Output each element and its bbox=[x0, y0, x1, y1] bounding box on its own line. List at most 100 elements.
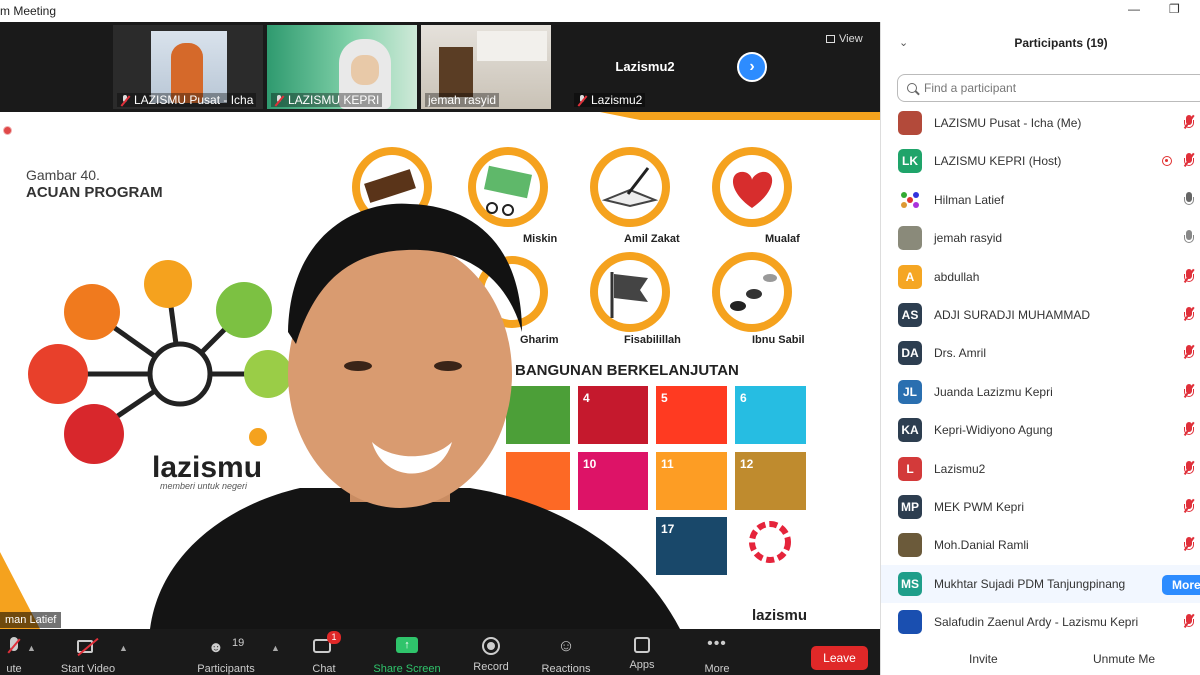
mic-muted-icon[interactable] bbox=[1183, 422, 1195, 438]
sdg-number: 6 bbox=[740, 391, 747, 405]
panel-title: Participants (19) bbox=[1014, 36, 1108, 50]
avatar: L bbox=[898, 456, 922, 481]
sdg-number: 10 bbox=[583, 457, 597, 471]
video-thumb-1[interactable]: LAZISMU Pusat - Icha bbox=[113, 25, 263, 109]
participant-name: LAZISMU Pusat - Icha (Me) bbox=[934, 116, 1082, 130]
avatar: A bbox=[898, 264, 922, 289]
next-page-button[interactable]: › bbox=[737, 52, 767, 82]
microphone-muted-icon bbox=[7, 637, 21, 657]
participant-row[interactable]: LAZISMU Pusat - Icha (Me) bbox=[881, 104, 1200, 142]
mic-muted-icon[interactable] bbox=[1183, 115, 1195, 131]
participant-row[interactable]: L Lazismu2 bbox=[881, 450, 1200, 488]
view-button[interactable]: View bbox=[826, 33, 863, 45]
avatar: JL bbox=[898, 379, 922, 404]
search-icon bbox=[907, 83, 917, 93]
participant-name: Salafudin Zaenul Ardy - Lazismu Kepri bbox=[934, 615, 1139, 630]
leave-button[interactable]: Leave bbox=[811, 646, 868, 670]
thumb-name: jemah rasyid bbox=[428, 93, 497, 107]
participant-row[interactable]: Aabdullah bbox=[881, 258, 1200, 296]
unmute-me-button[interactable]: Unmute Me bbox=[1093, 652, 1155, 666]
participant-row[interactable]: MP MEK PWM Kepri bbox=[881, 488, 1200, 526]
participants-icon: ☻ bbox=[208, 639, 224, 656]
mic-muted-icon[interactable] bbox=[1183, 460, 1195, 477]
grid-view-icon bbox=[826, 35, 835, 43]
window-controls: — ❐ bbox=[880, 0, 1200, 22]
participants-panel: ⌄ Participants (19) Find a participant L… bbox=[880, 22, 1200, 675]
sdg-heading: BANGUNAN BERKELANJUTAN bbox=[515, 362, 739, 379]
participants-button[interactable]: ☻ 19 Participants bbox=[192, 637, 260, 675]
brand-small-logo: lazismu bbox=[752, 607, 807, 624]
sdg-number: 5 bbox=[661, 391, 668, 405]
mic-muted-icon[interactable] bbox=[1183, 537, 1195, 553]
restore-icon[interactable]: ❐ bbox=[1169, 2, 1180, 16]
slide: Gambar 40. ACUAN PROGRAM Miskin Amil Zak… bbox=[0, 112, 880, 629]
reactions-icon: ☺ bbox=[557, 636, 575, 655]
slide-caption-top: Gambar 40. bbox=[26, 167, 100, 183]
participant-row[interactable]: Moh.Danial Ramli bbox=[881, 526, 1200, 564]
participant-more-button[interactable]: More bbox=[1162, 574, 1200, 595]
avatar bbox=[898, 226, 922, 251]
reactions-button[interactable]: ☺ Reactions bbox=[538, 637, 594, 675]
avatar bbox=[898, 533, 922, 558]
mic-muted-icon[interactable] bbox=[1183, 614, 1195, 630]
mic-muted-icon[interactable] bbox=[1183, 499, 1195, 515]
participant-row[interactable]: LK LAZISMU KEPRI (Host) bbox=[881, 142, 1200, 180]
thumb-name: LAZISMU KEPRI bbox=[288, 93, 380, 107]
participant-name: Moh.Danial Ramli bbox=[934, 538, 1029, 553]
avatar: MS bbox=[898, 571, 922, 596]
participant-name: jemah rasyid bbox=[934, 231, 1003, 246]
start-video-button[interactable]: Start Video bbox=[56, 637, 120, 675]
mic-muted-icon[interactable] bbox=[1183, 383, 1195, 400]
record-button[interactable]: Record bbox=[470, 637, 512, 673]
video-options-caret[interactable]: ▲ bbox=[119, 643, 128, 653]
speaker-name-tag: man Latief bbox=[0, 612, 62, 628]
mic-muted-icon[interactable] bbox=[1183, 153, 1195, 169]
participant-name: MEK PWM Kepri bbox=[934, 500, 1025, 514]
sdg-number: 4 bbox=[583, 391, 590, 405]
mic-muted-icon[interactable] bbox=[1183, 268, 1195, 285]
share-screen-icon: ↑ bbox=[396, 637, 418, 653]
video-thumb-3[interactable]: jemah rasyid bbox=[421, 25, 551, 109]
thumb-name: Lazismu2 bbox=[591, 93, 643, 107]
asnaf-pin-5 bbox=[590, 252, 670, 332]
asnaf-label-fisabilillah: Fisabilillah bbox=[624, 334, 681, 346]
participant-row[interactable]: Hilman Latief bbox=[881, 181, 1200, 219]
slide-caption-bottom: ACUAN PROGRAM bbox=[26, 184, 163, 201]
sdg-number: 17 bbox=[661, 522, 675, 536]
participant-row[interactable]: MS Mukhtar Sujadi PDM Tanjungpinang More bbox=[881, 564, 1200, 603]
asnaf-label-mualaf: Mualaf bbox=[765, 233, 800, 245]
minimize-icon[interactable]: — bbox=[1128, 2, 1140, 16]
asnaf-label-amil: Amil Zakat bbox=[624, 233, 680, 245]
video-thumb-4[interactable]: Lazismu2 Lazismu2 bbox=[570, 25, 720, 109]
panel-header: ⌄ Participants (19) bbox=[881, 22, 1200, 66]
asnaf-pin-4 bbox=[712, 147, 792, 227]
more-button[interactable]: ••• More bbox=[698, 636, 736, 675]
participants-caret[interactable]: ▲ bbox=[271, 643, 280, 653]
mic-muted-icon[interactable] bbox=[1183, 345, 1195, 361]
participant-row[interactable]: JL Juanda Lazizmu Kepri bbox=[881, 373, 1200, 411]
participant-search-input[interactable]: Find a participant bbox=[897, 74, 1200, 102]
participant-row[interactable]: DA Drs. Amril bbox=[881, 334, 1200, 372]
chat-button[interactable]: 1 Chat bbox=[306, 631, 342, 675]
sdg-number: 12 bbox=[740, 457, 754, 471]
video-thumb-2[interactable]: LAZISMU KEPRI bbox=[267, 25, 417, 109]
participant-row[interactable]: Salafudin Zaenul Ardy - Lazismu Kepri bbox=[881, 603, 1200, 641]
mic-muted-icon[interactable] bbox=[1183, 307, 1195, 323]
participant-row[interactable]: AS ADJI SURADJI MUHAMMAD bbox=[881, 296, 1200, 334]
apps-button[interactable]: Apps bbox=[624, 637, 660, 671]
participant-row[interactable]: KA Kepri-Widiyono Agung bbox=[881, 411, 1200, 449]
invite-button[interactable]: Invite bbox=[969, 652, 998, 666]
mic-icon[interactable] bbox=[1183, 191, 1195, 208]
share-screen-button[interactable]: ↑ Share Screen bbox=[370, 637, 444, 675]
participant-name: Mukhtar Sujadi PDM Tanjungpinang bbox=[934, 576, 1126, 591]
mic-icon[interactable] bbox=[1183, 230, 1195, 246]
meeting-toolbar: ute ▲ Start Video ▲ ☻ 19 Participants ▲ … bbox=[0, 629, 880, 675]
participant-name: Drs. Amril bbox=[934, 346, 986, 361]
participant-name: ADJI SURADJI MUHAMMAD bbox=[934, 308, 1091, 322]
audio-options-caret[interactable]: ▲ bbox=[27, 643, 36, 653]
thumb-center-label: Lazismu2 bbox=[615, 59, 675, 74]
asnaf-label-ibnusabil: Ibnu Sabil bbox=[752, 334, 805, 346]
asnaf-label-gharim: Gharim bbox=[520, 334, 559, 346]
participant-row[interactable]: jemah rasyid bbox=[881, 219, 1200, 257]
participant-name: Hilman Latief bbox=[934, 192, 1005, 207]
